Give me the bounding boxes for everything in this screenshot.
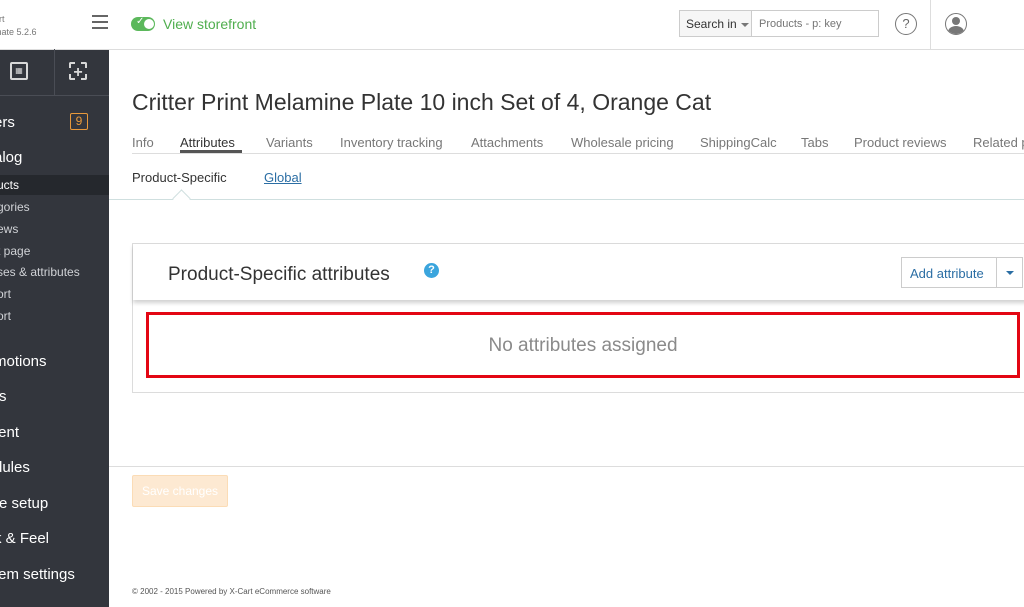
- question-help-icon[interactable]: ?: [424, 263, 439, 278]
- panel-header: Product-Specific attributes ? Add attrib…: [133, 244, 1024, 300]
- orders-count-badge: 9: [70, 113, 88, 130]
- tab-wholesale-pricing[interactable]: Wholesale pricing: [571, 135, 674, 150]
- empty-state-highlight: No attributes assigned: [146, 312, 1020, 378]
- sidebar-subitem-categories[interactable]: gories: [0, 197, 109, 217]
- tab-tabs[interactable]: Tabs: [801, 135, 828, 150]
- search-input[interactable]: [751, 10, 879, 37]
- sidebar-subitem-import[interactable]: ort: [0, 284, 109, 304]
- active-subtab-pointer: [172, 189, 191, 208]
- sidebar-item-label: tent: [0, 424, 20, 441]
- admin-sidebar: ort mate 5.2.6 ▦ + ers 9 alog ucts gorie…: [0, 0, 109, 607]
- tools-divider: [54, 49, 55, 95]
- help-icon[interactable]: ?: [895, 13, 917, 35]
- toggle-knob: [144, 19, 154, 29]
- topbar-divider: [930, 0, 931, 49]
- sidebar-subitem-front-page[interactable]: t page: [0, 241, 109, 261]
- sidebar-subitem-label: ort: [0, 287, 12, 301]
- save-changes-button[interactable]: Save changes: [132, 475, 228, 507]
- brand-version: mate 5.2.6: [0, 27, 37, 37]
- attribute-subtabs: Product-Specific Global: [109, 153, 1024, 208]
- user-icon-body: [948, 26, 964, 34]
- attributes-panel: Product-Specific attributes ? Add attrib…: [132, 243, 1024, 393]
- sidebar-subitem-label: ort: [0, 309, 12, 323]
- tab-related-products[interactable]: Related p: [973, 135, 1024, 150]
- sidebar-item-label: alog: [0, 149, 23, 166]
- search-scope-dropdown[interactable]: Search in: [679, 10, 752, 37]
- panel-title: Product-Specific attributes: [168, 264, 390, 285]
- sidebar-subitem-label: gories: [0, 200, 30, 214]
- form-divider: [109, 466, 1024, 467]
- subtab-product-specific[interactable]: Product-Specific: [132, 170, 227, 185]
- tab-attachments[interactable]: Attachments: [471, 135, 543, 150]
- empty-state-message: No attributes assigned: [488, 335, 678, 356]
- view-storefront-link[interactable]: View storefront: [163, 16, 256, 32]
- tab-product-reviews[interactable]: Product reviews: [854, 135, 946, 150]
- toggle-switch-icon[interactable]: [131, 16, 155, 31]
- tab-shippingcalc[interactable]: ShippingCalc: [700, 135, 777, 150]
- user-account-icon[interactable]: [945, 13, 967, 35]
- add-attribute-button[interactable]: Add attribute: [901, 257, 997, 288]
- user-icon-head: [952, 17, 960, 25]
- tab-variants[interactable]: Variants: [266, 135, 313, 150]
- add-attribute-dropdown-toggle[interactable]: [996, 257, 1023, 288]
- tab-info[interactable]: Info: [132, 135, 154, 150]
- top-bar: View storefront Search in ?: [109, 0, 1024, 50]
- add-attribute-label: Add attribute: [910, 266, 984, 281]
- storefront-icon[interactable]: ▦: [10, 62, 28, 80]
- product-tabs: Info Attributes Variants Inventory track…: [132, 128, 1024, 154]
- page-title: Critter Print Melamine Plate 10 inch Set…: [132, 89, 712, 115]
- sidebar-item-label: tem settings: [0, 566, 75, 583]
- tab-inventory-tracking[interactable]: Inventory tracking: [340, 135, 443, 150]
- sidebar-item-label: re setup: [0, 495, 49, 512]
- sidebar-subitem-label: t page: [0, 244, 31, 258]
- tab-attributes[interactable]: Attributes: [180, 135, 235, 150]
- sidebar-subitem-reviews[interactable]: ews: [0, 219, 109, 239]
- sidebar-item-label: k & Feel: [0, 530, 50, 547]
- add-product-icon[interactable]: +: [69, 62, 87, 81]
- menu-toggle-icon[interactable]: [92, 15, 108, 29]
- sidebar-subitem-classes-attributes[interactable]: ses & attributes: [0, 262, 109, 282]
- sidebar-item-label: motions: [0, 353, 47, 370]
- sidebar-item-label: rs: [0, 388, 7, 405]
- sidebar-item-label: dules: [0, 459, 30, 476]
- sidebar-quick-tools: ▦ +: [0, 49, 109, 96]
- sidebar-subitem-label: ews: [0, 222, 19, 236]
- brand-name: ort: [0, 14, 5, 24]
- sidebar-subitem-export[interactable]: ort: [0, 306, 109, 326]
- caret-down-icon: [741, 23, 749, 27]
- sidebar-subitem-label: ucts: [0, 178, 20, 192]
- subtab-global[interactable]: Global: [264, 170, 302, 185]
- sidebar-subitem-label: ses & attributes: [0, 265, 80, 279]
- search-scope-label: Search in: [686, 17, 737, 31]
- sidebar-subitem-products[interactable]: ucts: [0, 175, 109, 195]
- footer-copyright: © 2002 - 2015 Powered by X-Cart eCommerc…: [132, 587, 331, 596]
- sidebar-item-label: ers: [0, 114, 15, 131]
